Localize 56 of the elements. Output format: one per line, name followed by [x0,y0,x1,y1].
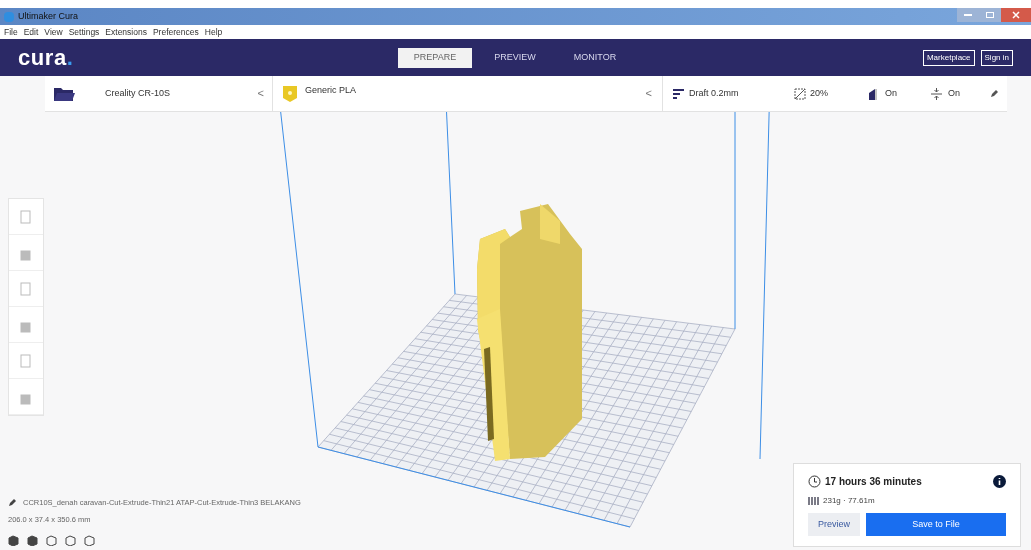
view-button[interactable] [65,535,76,546]
collapse-arrow[interactable]: < [257,85,264,102]
folder-icon[interactable] [53,85,75,102]
menu-item[interactable]: Help [204,25,223,39]
cura-logo: cura [18,46,67,69]
view-button[interactable] [84,535,95,546]
infill-icon [794,87,806,100]
menu-item[interactable]: File [4,25,18,39]
cube-icon [46,535,57,546]
pencil-icon [8,497,17,507]
profile-icon [673,88,684,99]
tool-icon [19,352,33,369]
support-label[interactable]: On [885,86,931,101]
info-icon[interactable] [993,475,1006,488]
adhesion-icon [931,87,942,100]
pencil-icon[interactable] [990,89,999,98]
header-button[interactable]: Sign in [980,49,1013,66]
cube-icon [65,535,76,546]
collapse-arrow[interactable]: < [645,85,652,102]
material-spool-icon [283,85,297,102]
menu-item[interactable]: Settings [68,25,100,39]
stage-tab[interactable]: PREPARE [398,47,472,68]
print-time: 17 hours 36 minutes [825,475,922,489]
save-button[interactable]: Save to File [866,513,1006,536]
printer-selector[interactable]: Creality CR-10S [105,86,171,101]
menu-item[interactable]: Preferences [152,25,199,39]
tool-icon [19,208,33,225]
support-icon [868,87,879,100]
adhesion-label[interactable]: On [948,86,960,101]
tool-icon [19,280,33,297]
app-icon [4,11,14,22]
cube-icon [84,535,95,546]
menu-item[interactable]: View [44,25,63,39]
clock-icon [808,475,821,488]
infill-label[interactable]: 20% [810,86,868,101]
stage-tab[interactable]: PREVIEW [478,47,552,68]
preview-button[interactable]: Preview [808,513,860,536]
material-selector[interactable]: Generic PLA [305,84,357,98]
close-icon [1012,11,1020,19]
window-title: Ultimaker Cura [18,9,78,23]
view-button[interactable] [27,535,38,546]
maximize-button[interactable] [979,8,1001,22]
material-usage: 231g · 77.61m [823,495,875,507]
cube-icon [8,535,19,546]
profile-label[interactable]: Draft 0.2mm [689,86,794,101]
logo-dot: . [66,46,73,69]
stage-tab[interactable]: MONITOR [558,47,632,68]
close-button[interactable] [1001,8,1031,22]
view-button[interactable] [46,535,57,546]
minimize-button[interactable] [957,8,979,22]
cube-icon [27,535,38,546]
view-button[interactable] [8,535,19,546]
menu-item[interactable]: Extensions [105,25,147,39]
header-button[interactable]: Marketplace [922,49,975,66]
menu-item[interactable]: Edit [23,25,39,39]
material-icon [808,496,819,506]
